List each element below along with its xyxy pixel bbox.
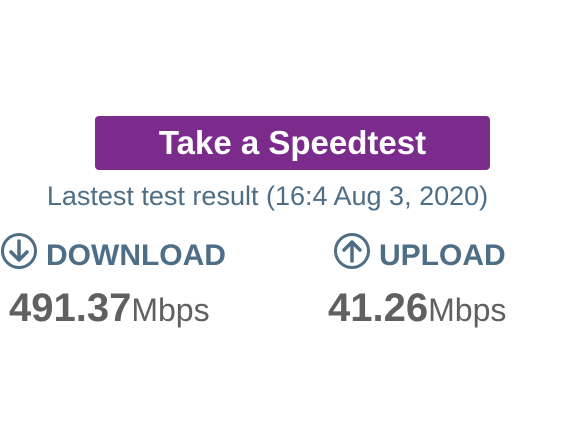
latest-result-text: Lastest test result (16:4 Aug 3, 2020) (46, 181, 489, 211)
take-speedtest-button[interactable]: Take a Speedtest (95, 116, 490, 170)
download-speed-value: 491.37 (9, 286, 132, 330)
download-header: DOWNLOAD (0, 232, 226, 272)
download-speed: 491.37Mbps (9, 286, 210, 331)
speedtest-widget: Take a Speedtest Lastest test result (16… (0, 0, 581, 433)
arrow-up-circle-icon (333, 232, 371, 270)
upload-speed: 41.26Mbps (328, 286, 506, 331)
upload-speed-value: 41.26 (328, 286, 429, 330)
download-label: DOWNLOAD (46, 239, 226, 272)
upload-label: UPLOAD (379, 239, 506, 272)
download-speed-unit: Mbps (131, 292, 210, 328)
upload-speed-unit: Mbps (428, 292, 507, 328)
arrow-down-circle-icon (0, 232, 38, 270)
upload-header: UPLOAD (333, 232, 506, 272)
